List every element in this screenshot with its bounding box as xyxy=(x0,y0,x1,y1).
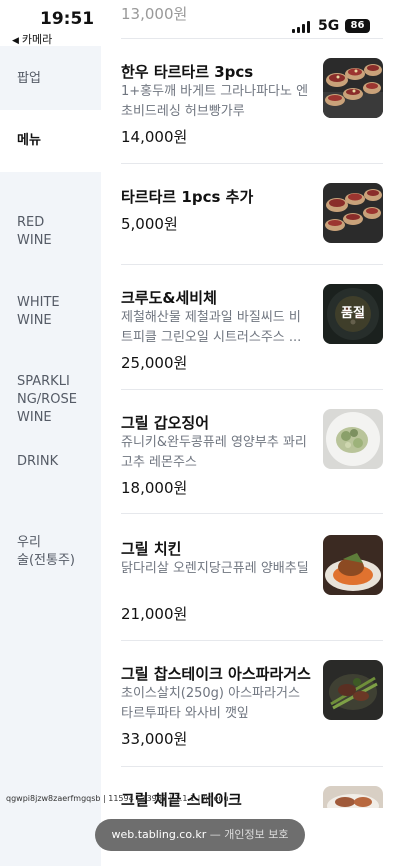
menu-item-desc: 1+홍두깨 바게트 그라나파다노 엔초비드레싱 허브빵가루 xyxy=(121,84,309,119)
menu-item[interactable]: 그릴 치킨 닭다리살 오렌지당근퓨레 양배추딜 21,000원 xyxy=(121,535,383,623)
divider xyxy=(121,389,383,390)
sidebar-item-popup[interactable]: 팝업 xyxy=(0,46,101,110)
signal-icon xyxy=(292,21,312,33)
menu-item-image xyxy=(323,660,383,720)
menu-item[interactable]: 크루도&세비체 제철해산물 제철과일 바질씨드 비트피클 그린오일 시트러스주스… xyxy=(121,284,383,374)
back-to-app-link[interactable]: ◀ 카메라 xyxy=(12,31,52,47)
sidebar-item-label: 우리 술(전통주) xyxy=(17,535,75,568)
sidebar-item-menu[interactable]: 메뉴 xyxy=(0,110,101,172)
sidebar-item-label: 팝업 xyxy=(17,71,41,86)
menu-item-name: 그릴 치킨 xyxy=(121,540,182,558)
sidebar-item-label: 메뉴 xyxy=(17,133,41,148)
sidebar-item-red-wine[interactable]: RED WINE xyxy=(0,196,101,248)
sidebar-item-label: RED WINE xyxy=(17,215,52,248)
menu-item-name: 한우 타르타르 3pcs xyxy=(121,63,254,81)
menu-item-price: 33,000원 xyxy=(121,730,188,748)
divider xyxy=(121,640,383,641)
debug-info-text: qgwpi8jzw8zaerfmgqsb | 11594 | 13966 | 1… xyxy=(6,794,229,803)
back-app-label: 카메라 xyxy=(21,33,53,46)
menu-item-image xyxy=(323,58,383,118)
menu-item[interactable]: 그릴 찹스테이크 아스파라거스 초이스살치(250g) 아스파라거스 타르투파타… xyxy=(121,660,383,750)
menu-item-price: 5,000원 xyxy=(121,215,178,233)
menu-item-desc: 초이스살치(250g) 아스파라거스 타르투파타 와사비 깻잎 xyxy=(121,686,300,721)
menu-item[interactable]: 한우 타르타르 3pcs 1+홍두깨 바게트 그라나파다노 엔초비드레싱 허브빵… xyxy=(121,58,383,150)
sidebar-item-traditional-liquor[interactable]: 우리 술(전통주) xyxy=(0,516,101,568)
menu-item-name: 그릴 찹스테이크 아스파라거스 xyxy=(121,665,311,683)
menu-item-price: 21,000원 xyxy=(121,605,188,623)
divider xyxy=(121,163,383,164)
browser-url-bar[interactable]: web.tabling.co.kr — 개인정보 보호 xyxy=(95,819,305,851)
sidebar-item-label: WHITE WINE xyxy=(17,295,60,328)
menu-item-image xyxy=(323,786,383,808)
menu-item-image: 품절 xyxy=(323,284,383,344)
status-bar: 19:51 ◀ 카메라 5G 86 xyxy=(0,0,400,46)
menu-item-desc: 닭다리살 오렌지당근퓨레 양배추딜 xyxy=(121,561,309,576)
menu-item-price: 14,000원 xyxy=(121,128,188,146)
menu-item-image xyxy=(323,409,383,469)
network-label: 5G xyxy=(318,18,340,34)
sidebar-item-white-wine[interactable]: WHITE WINE xyxy=(0,276,101,328)
menu-item-price: 25,000원 xyxy=(121,354,188,372)
category-sidebar: 팝업 메뉴 RED WINE WHITE WINE SPARKLI NG/ROS… xyxy=(0,46,101,866)
battery-icon: 86 xyxy=(345,19,370,33)
back-arrow-icon: ◀ xyxy=(12,36,19,46)
menu-item-price: 18,000원 xyxy=(121,479,188,497)
sidebar-item-drink[interactable]: DRINK xyxy=(0,453,101,473)
url-text: web.tabling.co.kr xyxy=(111,828,207,841)
menu-item-image xyxy=(323,183,383,243)
soldout-badge: 품절 xyxy=(341,306,365,321)
privacy-label: — 개인정보 보호 xyxy=(209,828,289,841)
menu-item-name: 크루도&세비체 xyxy=(121,289,217,307)
menu-item-name: 그릴 갑오징어 xyxy=(121,414,210,432)
sidebar-item-sparkling-rose-wine[interactable]: SPARKLI NG/ROSE WINE xyxy=(0,355,101,425)
menu-item-name: 타르타르 1pcs 추가 xyxy=(121,188,254,206)
sidebar-item-label: DRINK xyxy=(17,454,59,469)
menu-item[interactable]: 타르타르 1pcs 추가 5,000원 xyxy=(121,183,383,247)
divider xyxy=(121,264,383,265)
menu-item-image xyxy=(323,535,383,595)
menu-list: 13,000원 한우 타르타르 3pcs 1+홍두깨 바게트 그라나파다노 엔초… xyxy=(101,0,400,866)
menu-item-desc: 제철해산물 제철과일 바질씨드 비트피클 그린오일 시트러스주스 ... xyxy=(121,310,302,345)
menu-item[interactable]: 그릴 갑오징어 쥬니키&완두콩퓨레 영양부추 꽈리고추 레몬주스 18,000원 xyxy=(121,409,383,499)
status-time: 19:51 xyxy=(40,9,95,29)
sidebar-item-label: SPARKLI NG/ROSE WINE xyxy=(17,374,77,425)
divider xyxy=(121,513,383,514)
menu-item-desc: 쥬니키&완두콩퓨레 영양부추 꽈리고추 레몬주스 xyxy=(121,435,307,470)
divider xyxy=(121,766,383,767)
